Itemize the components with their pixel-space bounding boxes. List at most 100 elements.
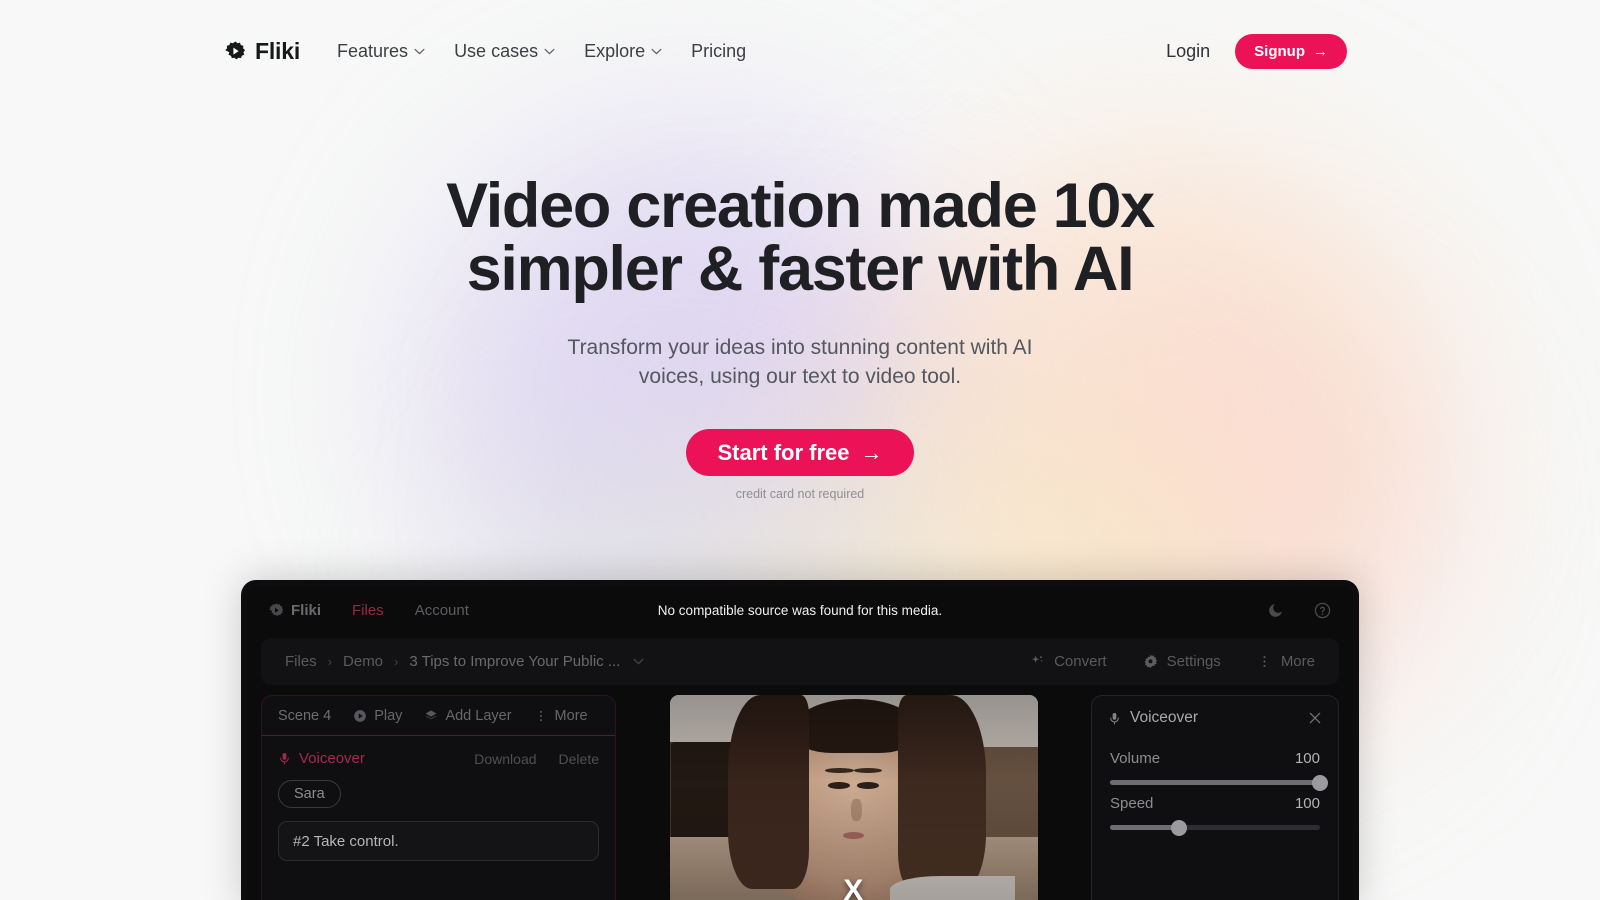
scene-name: Scene 4 <box>278 707 332 724</box>
breadcrumb-item-current[interactable]: 3 Tips to Improve Your Public ... <box>409 653 620 670</box>
voiceover-settings-panel: Voiceover Volume 100 Speed 100 <box>1091 695 1339 900</box>
layers-icon <box>425 710 437 719</box>
add-layer-label: Add Layer <box>445 707 512 724</box>
arrow-right-icon: → <box>860 439 883 465</box>
moon-icon[interactable] <box>1267 602 1284 619</box>
download-button[interactable]: Download <box>474 751 536 767</box>
add-layer-button[interactable]: Add Layer <box>424 707 512 724</box>
brand-name: Fliki <box>255 37 301 64</box>
nav-item-pricing-label: Pricing <box>691 40 747 61</box>
microphone-icon <box>280 752 289 765</box>
nav-links: Features Use cases Explore Pricing <box>337 41 746 62</box>
arrow-right-icon: → <box>1313 42 1328 60</box>
signup-button[interactable]: Signup → <box>1235 33 1347 69</box>
voiceover-panel-header: Voiceover <box>1092 696 1338 740</box>
more-button[interactable]: More <box>1257 653 1315 670</box>
app-editor-body: Scene 4 Play Add Layer More Voiceover Do… <box>247 685 1353 900</box>
convert-label: Convert <box>1054 653 1107 670</box>
more-label: More <box>1280 653 1315 670</box>
hero-title-line-2: simpler & faster with AI <box>466 234 1135 304</box>
gear-icon <box>1144 654 1157 668</box>
brand-logo[interactable]: Fliki <box>225 38 300 65</box>
breadcrumb-item-demo[interactable]: Demo <box>343 653 383 670</box>
volume-slider[interactable] <box>1110 774 1328 791</box>
breadcrumb-bar: Files › Demo › 3 Tips to Improve Your Pu… <box>261 638 1339 685</box>
volume-slider-fill <box>1110 780 1320 785</box>
page-title: Video creation made 10x simpler & faster… <box>0 175 1600 301</box>
scene-voiceover-row: Voiceover Download Delete <box>262 736 615 767</box>
convert-button[interactable]: Convert <box>1030 653 1107 670</box>
kebab-icon <box>539 710 542 721</box>
nav-left-group: Fliki Features Use cases Explore Pricing <box>225 38 746 65</box>
speed-slider-thumb[interactable] <box>1171 819 1188 836</box>
hero-subtitle: Transform your ideas into stunning conte… <box>0 334 1600 391</box>
volume-slider-thumb[interactable] <box>1312 774 1328 791</box>
scene-voiceover-label: Voiceover <box>278 750 365 767</box>
nav-item-features-label: Features <box>337 40 409 61</box>
tab-files[interactable]: Files <box>352 602 384 619</box>
speed-label: Speed <box>1110 795 1154 812</box>
play-circle-icon <box>354 709 367 722</box>
script-text-value: #2 Take control. <box>293 832 399 850</box>
breadcrumb-separator: › <box>394 654 399 669</box>
script-text-input[interactable]: #2 Take control. <box>278 821 599 861</box>
nav-item-explore[interactable]: Explore <box>584 41 662 62</box>
volume-label: Volume <box>1110 750 1161 767</box>
settings-label: Settings <box>1166 653 1221 670</box>
voiceover-panel-title: Voiceover <box>1108 709 1198 727</box>
kebab-icon <box>1263 656 1266 667</box>
hero-subtitle-line-1: Transform your ideas into stunning conte… <box>567 336 1033 359</box>
volume-slider-header: Volume 100 <box>1110 750 1320 767</box>
volume-value: 100 <box>1294 750 1320 767</box>
cta-row: Start for free → credit card not require… <box>0 429 1600 501</box>
nav-item-features[interactable]: Features <box>337 41 425 62</box>
scene-more-label: More <box>554 707 588 724</box>
cta-note: credit card not required <box>735 487 865 502</box>
app-tabs: Files Account <box>352 602 469 619</box>
video-still-image <box>669 695 1038 900</box>
help-circle-icon[interactable] <box>1314 602 1331 619</box>
voice-chip-sara[interactable]: Sara <box>278 780 341 808</box>
fliki-gear-play-icon <box>269 602 284 616</box>
close-icon[interactable] <box>1308 711 1322 725</box>
nav-item-use-cases-label: Use cases <box>454 40 539 61</box>
voiceover-panel-title-text: Voiceover <box>1130 709 1199 726</box>
scene-panel: Scene 4 Play Add Layer More Voiceover Do… <box>261 695 616 900</box>
app-top-icons <box>1267 602 1331 619</box>
scene-more-button[interactable]: More <box>534 708 588 724</box>
breadcrumb: Files › Demo › 3 Tips to Improve Your Pu… <box>285 653 644 670</box>
top-navigation-bar: Fliki Features Use cases Explore Pricing… <box>0 0 1600 102</box>
settings-button[interactable]: Settings <box>1143 653 1221 670</box>
video-preview[interactable]: X <box>669 695 1038 900</box>
signup-button-label: Signup <box>1254 42 1305 60</box>
app-preview-mockup: Fliki Files Account No compatible source… <box>241 580 1359 900</box>
chevron-down-icon[interactable] <box>633 658 644 665</box>
speed-slider-block: Speed 100 <box>1092 785 1338 836</box>
microphone-icon <box>1110 712 1119 724</box>
speed-slider[interactable] <box>1110 819 1320 836</box>
nav-right-group: Login Signup → <box>1166 33 1347 69</box>
start-for-free-button[interactable]: Start for free → <box>686 429 914 477</box>
app-brand-name: Fliki <box>291 601 322 619</box>
speed-slider-fill <box>1110 825 1180 830</box>
hero-subtitle-line-2: voices, using our text to video tool. <box>638 364 962 388</box>
login-link[interactable]: Login <box>1166 41 1210 62</box>
speed-value: 100 <box>1294 795 1320 812</box>
chevron-down-icon <box>651 48 662 54</box>
tab-account[interactable]: Account <box>415 602 469 619</box>
play-button[interactable]: Play <box>353 708 402 724</box>
scene-header: Scene 4 Play Add Layer More <box>262 696 615 736</box>
scene-voiceover-text: Voiceover <box>299 750 365 767</box>
nav-item-use-cases[interactable]: Use cases <box>454 41 555 62</box>
breadcrumb-item-files[interactable]: Files <box>285 653 317 670</box>
chevron-down-icon <box>414 48 425 54</box>
app-top-bar: Fliki Files Account No compatible source… <box>247 586 1353 634</box>
app-window: Fliki Files Account No compatible source… <box>247 586 1353 900</box>
document-toolbar: Convert Settings More <box>1030 653 1315 670</box>
nav-item-pricing[interactable]: Pricing <box>691 41 746 62</box>
volume-slider-block: Volume 100 <box>1092 740 1338 791</box>
video-caption: X <box>843 874 864 900</box>
app-brand-logo[interactable]: Fliki <box>269 602 321 619</box>
delete-button[interactable]: Delete <box>559 751 599 767</box>
play-label: Play <box>374 707 403 724</box>
